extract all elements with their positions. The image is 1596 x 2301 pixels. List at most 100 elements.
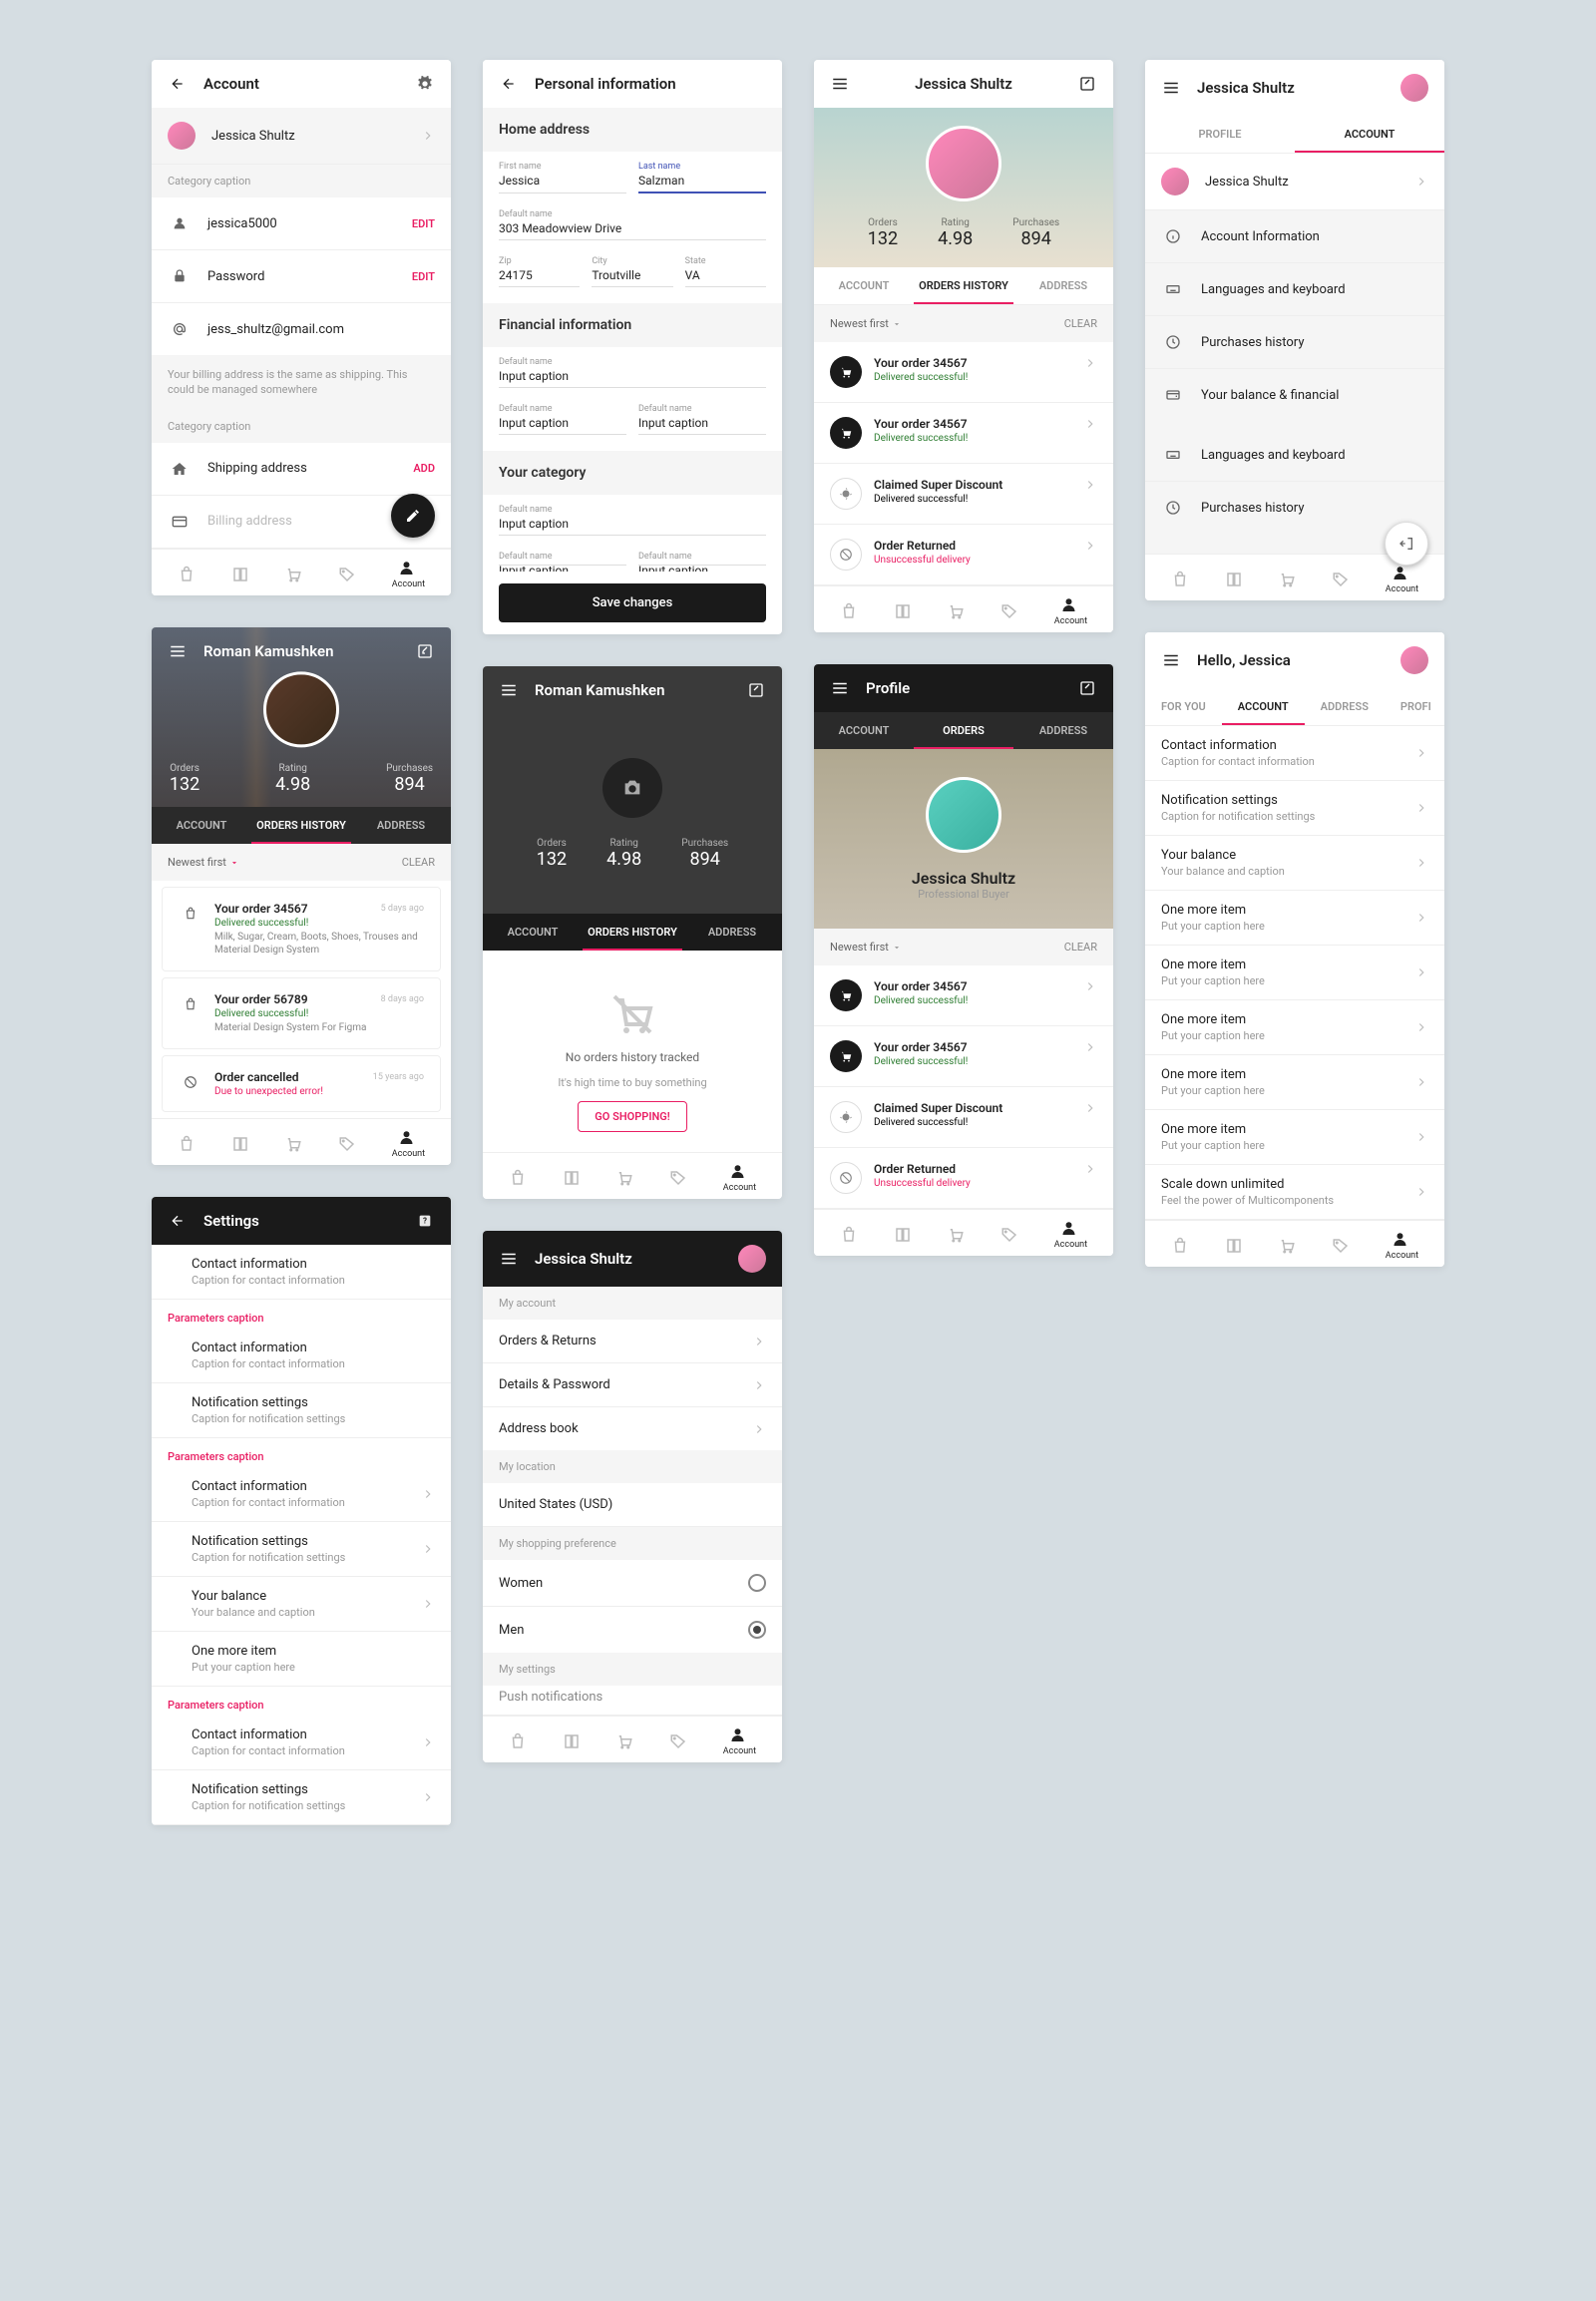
order-row[interactable]: Your order 34567 Delivered successful! [814,1026,1113,1087]
tab-address[interactable]: ADDRESS [1013,712,1113,749]
nav-bag[interactable] [840,602,858,620]
settings-row[interactable]: Notification settings Caption for notifi… [152,1770,451,1825]
settings-row[interactable]: Contact information Caption for contact … [152,1467,451,1522]
add-action[interactable]: ADD [413,462,435,475]
menu-icon[interactable] [1161,650,1181,670]
radio-button[interactable] [748,1574,766,1592]
account-row[interactable]: Details & Password [483,1363,782,1407]
help-icon[interactable]: ? [415,1211,435,1231]
tab-account[interactable]: ACCOUNT [1295,116,1444,153]
nav-cart[interactable] [615,1732,633,1750]
list-row[interactable]: One more item Put your caption here [1145,1055,1444,1110]
sort-dropdown[interactable]: Newest first [830,317,902,330]
tab-orders[interactable]: ORDERS [914,712,1013,749]
menu-icon[interactable] [1161,78,1181,98]
account-row[interactable]: Password EDIT [152,250,451,303]
push-row[interactable]: Push notifications [483,1686,782,1716]
order-row[interactable]: Your order 34567 Delivered successful! [814,403,1113,464]
input-field[interactable]: Default nameInput caption [499,353,766,388]
preference-option[interactable]: Men [483,1607,782,1653]
input-field[interactable]: Default nameInput caption [499,548,626,566]
list-row[interactable]: Your balance Your balance and caption [1145,836,1444,891]
settings-row[interactable]: Languages and keyboard [1145,429,1444,482]
clear-button[interactable]: CLEAR [1064,317,1097,330]
tab-orders[interactable]: ORDERS HISTORY [251,807,351,844]
nav-bag[interactable] [178,1135,196,1153]
avatar[interactable] [1400,74,1428,102]
nav-book[interactable] [1225,1237,1243,1255]
edit-action[interactable]: EDIT [412,270,435,283]
order-row[interactable]: Order Returned Unsuccessful delivery [814,1148,1113,1209]
list-row[interactable]: Contact information Caption for contact … [1145,726,1444,781]
input-field[interactable]: Default nameInput caption [638,548,766,566]
settings-row[interactable]: Purchases history [1145,316,1444,369]
account-row[interactable]: jessica5000 EDIT [152,197,451,250]
city-field[interactable]: CityTroutville [592,252,672,287]
account-row[interactable]: jess_shultz@gmail.com [152,303,451,355]
tab-account[interactable]: ACCOUNT [814,712,914,749]
edit-action[interactable]: EDIT [412,217,435,230]
nav-book[interactable] [894,1226,912,1244]
nav-book[interactable] [1225,571,1243,588]
last-name-field[interactable]: Last nameSalzman [638,158,766,193]
tab-account[interactable]: ACCOUNT [483,914,583,951]
tab-profile[interactable]: PROFI [1385,688,1444,725]
gear-icon[interactable] [415,74,435,94]
back-icon[interactable] [168,74,188,94]
user-row[interactable]: Jessica Shultz [152,108,451,165]
zip-field[interactable]: Zip24175 [499,252,580,287]
order-card[interactable]: Order cancelled15 years ago Due to unexp… [162,1055,441,1112]
back-icon[interactable] [499,74,519,94]
list-row[interactable]: Scale down unlimited Feel the power of M… [1145,1165,1444,1220]
logout-fab[interactable] [1385,522,1428,566]
settings-row[interactable]: Your balance & financial [1145,369,1444,421]
tab-address[interactable]: ADDRESS [1305,688,1385,725]
nav-account[interactable]: Account [1054,1220,1087,1250]
nav-cart[interactable] [284,1135,302,1153]
user-row[interactable]: Jessica Shultz [1145,154,1444,210]
nav-bag[interactable] [178,566,196,583]
address-field[interactable]: Default name303 Meadowview Drive [499,205,766,240]
nav-book[interactable] [231,566,249,583]
nav-account[interactable]: Account [723,1726,756,1756]
list-row[interactable]: One more item Put your caption here [1145,1110,1444,1165]
menu-icon[interactable] [168,641,188,661]
nav-book[interactable] [563,1732,581,1750]
avatar[interactable] [738,1245,766,1273]
order-row[interactable]: Order Returned Unsuccessful delivery [814,525,1113,585]
menu-icon[interactable] [830,678,850,698]
tab-address[interactable]: ADDRESS [1013,267,1113,304]
edit-icon[interactable] [415,641,435,661]
settings-row[interactable]: Your balance Your balance and caption [152,1577,451,1632]
tab-orders[interactable]: ORDERS HISTORY [583,914,682,951]
order-row[interactable]: Your order 34567 Delivered successful! [814,965,1113,1026]
nav-bag[interactable] [509,1732,527,1750]
nav-cart[interactable] [947,602,965,620]
settings-row[interactable]: One more item Put your caption here [152,1632,451,1687]
settings-row[interactable]: Account Information [1145,210,1444,263]
nav-book[interactable] [563,1169,581,1187]
list-row[interactable]: One more item Put your caption here [1145,1000,1444,1055]
settings-row[interactable]: Contact information Caption for contact … [152,1245,451,1300]
account-row[interactable]: Orders & Returns [483,1320,782,1363]
input-field[interactable]: Default nameInput caption [499,501,766,536]
nav-account[interactable]: Account [1386,1231,1418,1261]
order-row[interactable]: Claimed Super Discount Delivered success… [814,464,1113,525]
order-card[interactable]: Your order 345675 days ago Delivered suc… [162,887,441,971]
billing-row[interactable]: Billing address [152,496,451,549]
list-row[interactable]: One more item Put your caption here [1145,946,1444,1000]
nav-book[interactable] [894,602,912,620]
menu-icon[interactable] [830,74,850,94]
order-row[interactable]: Claimed Super Discount Delivered success… [814,1087,1113,1148]
tab-account[interactable]: ACCOUNT [152,807,251,844]
sort-dropdown[interactable]: Newest first [168,856,239,869]
location-row[interactable]: United States (USD) [483,1483,782,1527]
tab-account[interactable]: ACCOUNT [1222,688,1305,725]
nav-cart[interactable] [947,1226,965,1244]
clear-button[interactable]: CLEAR [1064,941,1097,954]
nav-account[interactable]: Account [723,1163,756,1193]
nav-book[interactable] [231,1135,249,1153]
nav-cart[interactable] [615,1169,633,1187]
tab-address[interactable]: ADDRESS [682,914,782,951]
back-icon[interactable] [168,1211,188,1231]
